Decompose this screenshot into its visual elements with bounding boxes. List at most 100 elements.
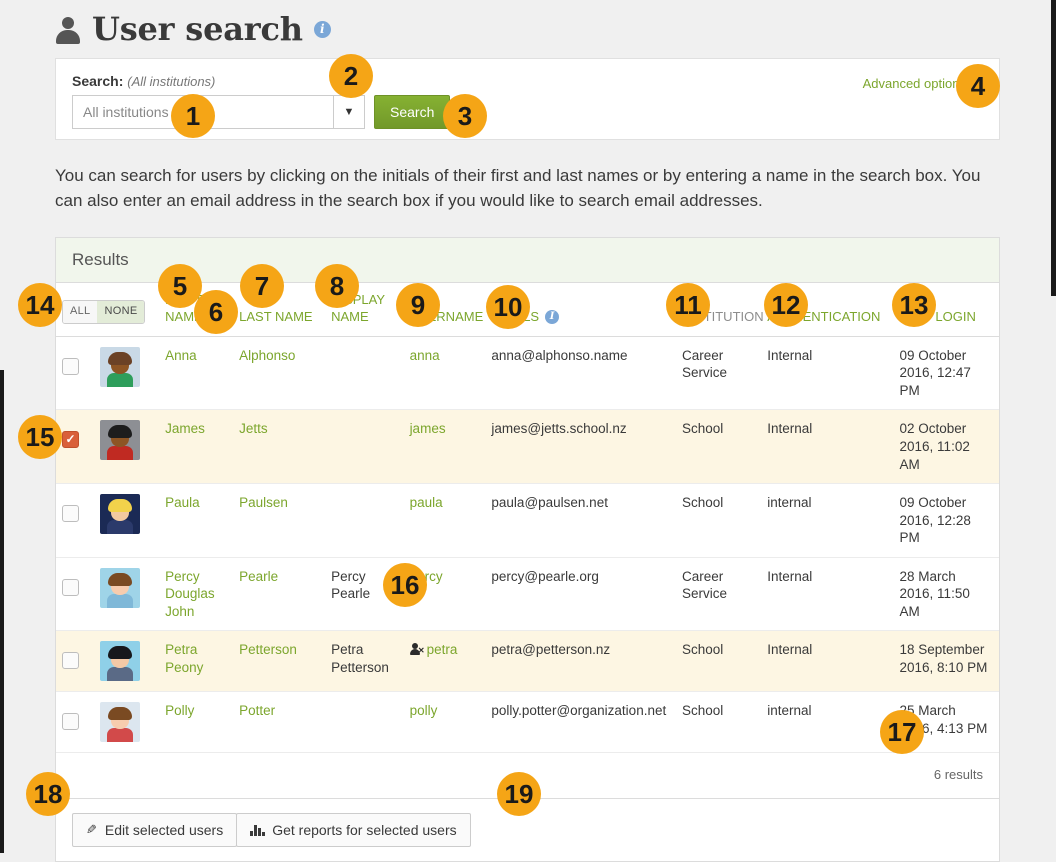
table-row[interactable]: Percy Douglas John Pearle Percy Pearle perc… xyxy=(56,557,999,632)
page-title: User search xyxy=(92,10,303,48)
last-name-link[interactable]: Petterson xyxy=(239,642,297,657)
username-link[interactable]: polly xyxy=(410,703,438,718)
last-name-cell[interactable]: Alphonso xyxy=(233,336,326,411)
avatar-cell xyxy=(94,409,160,485)
display-name-cell xyxy=(325,336,404,411)
display-name-cell: Petra Petterson xyxy=(325,630,404,693)
row-checkbox[interactable] xyxy=(62,652,79,670)
row-checkbox[interactable] xyxy=(62,713,79,731)
username-link[interactable]: james xyxy=(410,421,446,436)
chevron-down-icon[interactable]: ▼ xyxy=(333,95,365,129)
page-info-icon[interactable]: i xyxy=(313,20,331,38)
edit-selected-users-button[interactable]: ✎ Edit selected users xyxy=(72,813,238,848)
first-name-link[interactable]: Anna xyxy=(165,348,197,363)
authentication-cell: internal xyxy=(761,483,894,558)
edit-selected-users-label: Edit selected users xyxy=(104,822,224,839)
authentication-cell: internal xyxy=(761,691,894,754)
last-name-link[interactable]: Pearle xyxy=(239,569,278,584)
last-name-cell[interactable]: Jetts xyxy=(233,409,326,485)
callout-badge-9: 9 xyxy=(396,283,440,327)
search-scope-note: (All institutions) xyxy=(127,74,216,89)
table-row[interactable]: Paula Paulsen paula paula@paulsen.net School… xyxy=(56,483,999,558)
select-all-none-toggle[interactable]: ALL NONE xyxy=(62,300,146,324)
last-login-cell: 02 October 2016, 11:02 AM xyxy=(893,409,999,485)
last-name-link[interactable]: Alphonso xyxy=(239,348,295,363)
first-name-cell[interactable]: Percy Douglas John xyxy=(159,557,234,632)
table-row[interactable]: Polly Potter polly polly.potter@organizatio… xyxy=(56,691,999,754)
row-checkbox[interactable] xyxy=(62,357,79,375)
display-name-cell xyxy=(325,409,404,485)
row-checkbox[interactable]: ✓ xyxy=(62,431,79,449)
institution-cell: School xyxy=(676,483,762,558)
first-name-cell[interactable]: Paula xyxy=(159,483,234,558)
callout-badge-18: 18 xyxy=(26,772,70,816)
first-name-link[interactable]: Percy Douglas John xyxy=(165,569,215,619)
avatar-cell xyxy=(94,483,160,558)
row-checkbox[interactable] xyxy=(62,578,79,596)
table-row[interactable]: Anna Alphonso anna anna@alphonso.name Career… xyxy=(56,336,999,411)
authentication-cell: Internal xyxy=(761,557,894,632)
search-button[interactable]: Search xyxy=(374,95,451,129)
emails-info-icon[interactable]: i xyxy=(545,309,560,324)
display-name-cell xyxy=(325,483,404,558)
first-name-link[interactable]: Polly xyxy=(165,703,194,718)
last-name-link[interactable]: Jetts xyxy=(239,421,268,436)
avatar xyxy=(100,702,141,743)
table-row[interactable]: Petra Peony Petterson Petra Petterson ✕ petr… xyxy=(56,630,999,693)
avatar xyxy=(100,641,141,682)
callout-badge-4: 4 xyxy=(956,64,1000,108)
first-name-link[interactable]: Paula xyxy=(165,495,200,510)
get-reports-button[interactable]: Get reports for selected users xyxy=(236,813,471,848)
page-edge-right xyxy=(1051,0,1056,296)
authentication-cell: Internal xyxy=(761,630,894,693)
row-select-cell[interactable]: ✓ xyxy=(56,409,95,485)
users-table-body: Anna Alphonso anna anna@alphonso.name Career… xyxy=(56,336,999,754)
row-select-cell[interactable] xyxy=(56,630,95,693)
username-cell[interactable]: anna xyxy=(403,336,486,411)
suspended-user-icon: ✕ xyxy=(409,643,425,656)
last-name-link[interactable]: Paulsen xyxy=(239,495,288,510)
select-all-button[interactable]: ALL xyxy=(63,301,98,323)
username-link[interactable]: petra xyxy=(427,642,458,657)
institution-select[interactable]: All institutions ▼ xyxy=(72,95,365,129)
last-name-cell[interactable]: Pearle xyxy=(233,557,326,632)
first-name-link[interactable]: Petra Peony xyxy=(165,642,203,675)
last-name-cell[interactable]: Potter xyxy=(233,691,326,754)
email-cell: petra@petterson.nz xyxy=(485,630,677,693)
username-cell[interactable]: polly xyxy=(403,691,486,754)
callout-badge-11: 11 xyxy=(666,283,710,327)
first-name-cell[interactable]: Polly xyxy=(159,691,234,754)
email-cell: paula@paulsen.net xyxy=(485,483,677,558)
row-select-cell[interactable] xyxy=(56,557,95,632)
get-reports-label: Get reports for selected users xyxy=(272,822,457,839)
select-toggle-cell: ALL NONE xyxy=(56,283,160,337)
last-login-cell: 28 March 2016, 11:50 AM xyxy=(893,557,999,632)
first-name-cell[interactable]: Petra Peony xyxy=(159,630,234,693)
username-cell[interactable]: ✕ petra xyxy=(403,630,486,693)
callout-badge-10: 10 xyxy=(486,285,530,329)
last-name-link[interactable]: Potter xyxy=(239,703,275,718)
first-name-cell[interactable]: James xyxy=(159,409,234,485)
row-select-cell[interactable] xyxy=(56,336,95,411)
username-cell[interactable]: paula xyxy=(403,483,486,558)
avatar-cell xyxy=(94,630,160,693)
callout-badge-13: 13 xyxy=(892,283,936,327)
last-name-cell[interactable]: Paulsen xyxy=(233,483,326,558)
first-name-cell[interactable]: Anna xyxy=(159,336,234,411)
select-none-button[interactable]: NONE xyxy=(97,301,145,323)
avatar-cell xyxy=(94,336,160,411)
username-cell[interactable]: james xyxy=(403,409,486,485)
row-select-cell[interactable] xyxy=(56,691,95,754)
avatar xyxy=(100,346,141,387)
row-checkbox[interactable] xyxy=(62,505,79,523)
first-name-link[interactable]: James xyxy=(165,421,205,436)
last-name-cell[interactable]: Petterson xyxy=(233,630,326,693)
users-table: ALL NONE FIRST NAME▼ LAST NAME DISPLAY N… xyxy=(56,283,999,754)
username-link[interactable]: anna xyxy=(410,348,440,363)
table-row[interactable]: ✓ James Jetts james james@jetts.school.nz Sc… xyxy=(56,409,999,485)
pencil-icon: ✎ xyxy=(86,822,97,838)
page-header: User search i xyxy=(55,0,1000,50)
row-select-cell[interactable] xyxy=(56,483,95,558)
avatar xyxy=(100,567,141,608)
username-link[interactable]: paula xyxy=(410,495,443,510)
